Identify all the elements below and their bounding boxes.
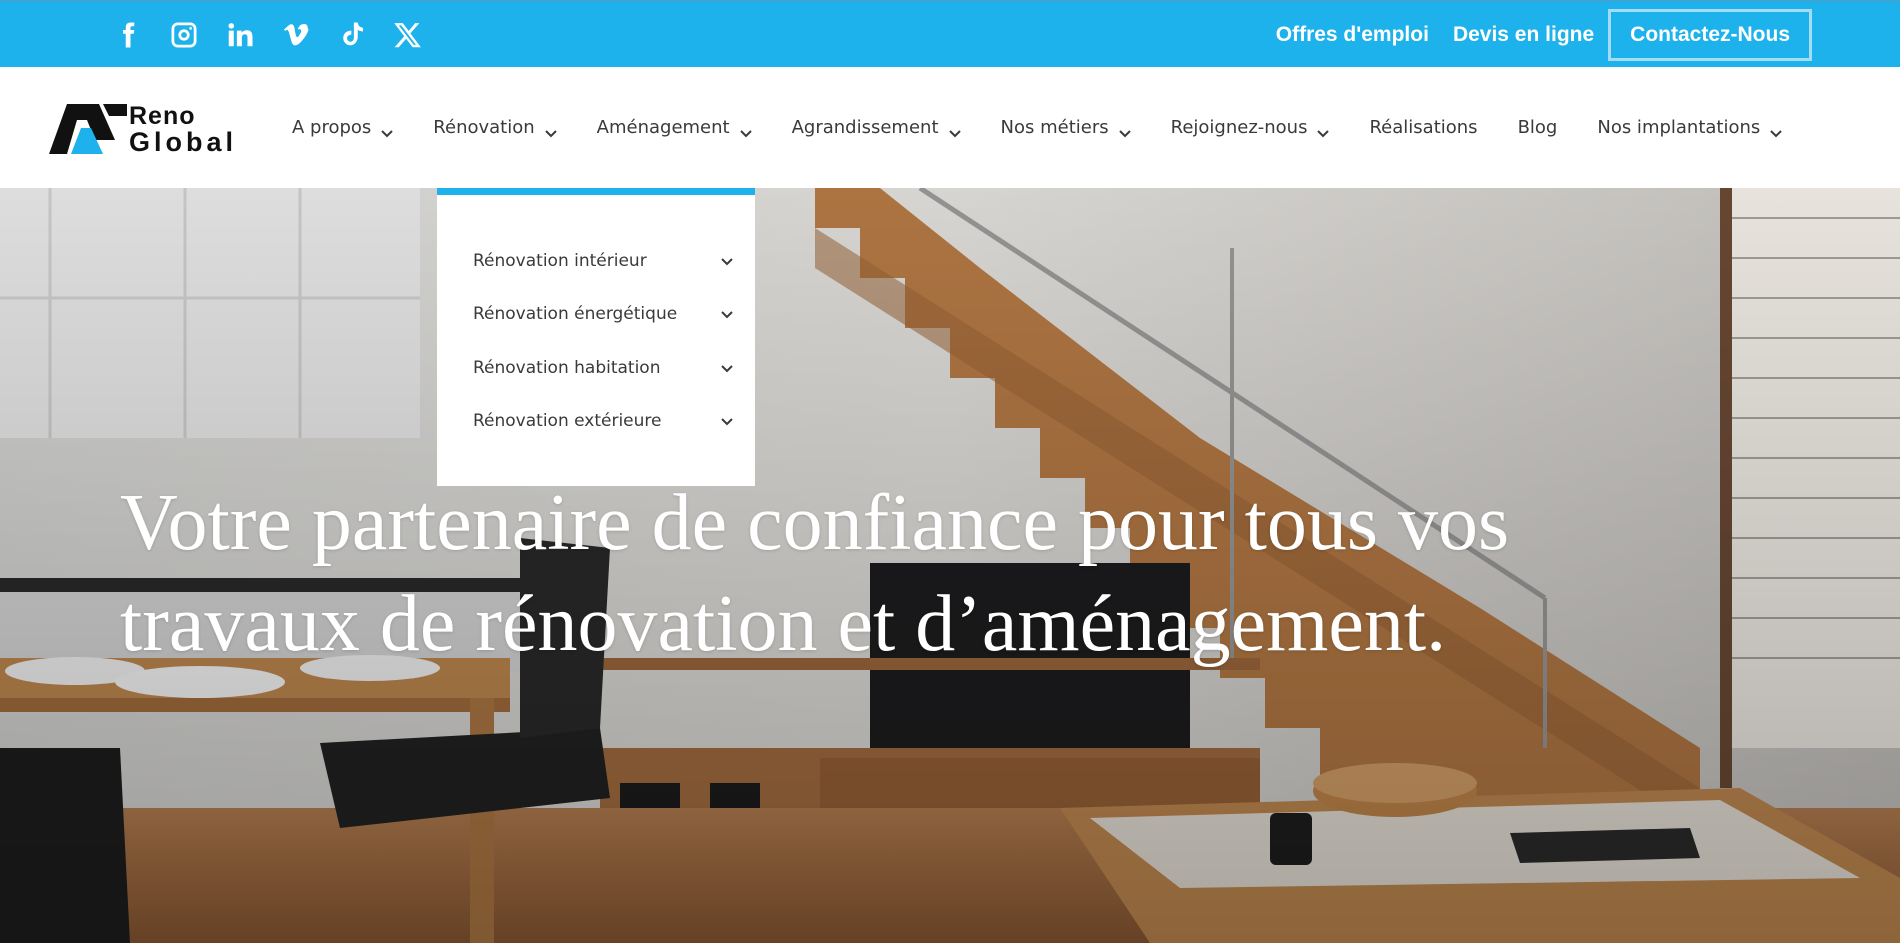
facebook-icon[interactable] <box>100 2 156 67</box>
chevron-down-icon <box>1118 122 1131 137</box>
chevron-down-icon <box>948 122 961 137</box>
nav-item-label: Nos métiers <box>1000 117 1109 138</box>
nav-item-label: Rejoignez-nous <box>1170 117 1308 138</box>
nav-item-label: Réalisations <box>1369 117 1478 138</box>
nav-item-renovation[interactable]: Rénovation <box>433 117 557 138</box>
nav-item-nos-metiers[interactable]: Nos métiers <box>1001 117 1131 138</box>
contact-button[interactable]: Contactez-Nous <box>1608 8 1812 61</box>
logo[interactable]: Reno Global <box>47 99 247 159</box>
main-header: Reno Global A propos Rénovation Aménagem… <box>0 67 1900 188</box>
x-icon[interactable] <box>380 2 436 67</box>
logo-text: Reno Global <box>129 102 238 157</box>
linkedin-icon[interactable] <box>212 2 268 67</box>
social-links <box>100 2 436 67</box>
nav-item-amenagement[interactable]: Aménagement <box>597 117 752 138</box>
hero-title: Votre partenaire de confiance pour tous … <box>120 479 1510 668</box>
dropdown-item-label: Rénovation extérieure <box>473 411 662 431</box>
nav-item-label: Aménagement <box>596 117 730 138</box>
vimeo-icon[interactable] <box>268 2 324 67</box>
nav-item-agrandissement[interactable]: Agrandissement <box>792 117 961 138</box>
nav-item-realisations[interactable]: Réalisations <box>1369 117 1477 138</box>
chevron-down-icon <box>1770 122 1783 137</box>
online-quote-link[interactable]: Devis en ligne <box>1453 23 1594 47</box>
nav-item-label: Nos implantations <box>1597 117 1761 138</box>
dropdown-item-renovation-exterieure[interactable]: Rénovation extérieure <box>473 411 733 431</box>
dropdown-item-label: Rénovation énergétique <box>473 304 678 324</box>
nav-item-blog[interactable]: Blog <box>1518 117 1558 138</box>
chevron-down-icon <box>721 411 733 431</box>
nav-item-label: Blog <box>1517 117 1558 138</box>
dropdown-item-renovation-energetique[interactable]: Rénovation énergétique <box>473 304 733 324</box>
nav-item-nos-implantations[interactable]: Nos implantations <box>1597 117 1783 138</box>
chevron-down-icon <box>721 251 733 271</box>
dropdown-item-renovation-interieur[interactable]: Rénovation intérieur <box>473 251 733 271</box>
logo-line1: Reno <box>129 102 196 130</box>
tiktok-icon[interactable] <box>324 2 380 67</box>
chevron-down-icon <box>721 304 733 324</box>
top-links: Offres d'emploi Devis en ligne Contactez… <box>1252 2 1812 67</box>
chevron-down-icon <box>381 122 394 137</box>
instagram-icon[interactable] <box>156 2 212 67</box>
top-bar: Offres d'emploi Devis en ligne Contactez… <box>0 0 1900 67</box>
jobs-link[interactable]: Offres d'emploi <box>1276 23 1429 47</box>
dropdown-item-label: Rénovation habitation <box>473 358 661 378</box>
chevron-down-icon <box>739 122 752 137</box>
chevron-down-icon <box>721 358 733 378</box>
renovation-dropdown-menu: Rénovation intérieur Rénovation énergéti… <box>437 188 755 486</box>
nav-item-label: Rénovation <box>433 117 535 138</box>
dropdown-item-renovation-habitation[interactable]: Rénovation habitation <box>473 358 733 378</box>
logo-line2: Global <box>129 127 238 157</box>
logo-mark-icon <box>49 104 127 154</box>
hero-section: Votre partenaire de confiance pour tous … <box>0 188 1900 943</box>
main-nav: A propos Rénovation Aménagement Agrandis… <box>292 67 1822 188</box>
nav-item-label: A propos <box>292 117 372 138</box>
chevron-down-icon <box>1317 122 1330 137</box>
nav-item-a-propos[interactable]: A propos <box>292 117 394 138</box>
nav-item-rejoignez-nous[interactable]: Rejoignez-nous <box>1171 117 1330 138</box>
dropdown-item-label: Rénovation intérieur <box>473 251 647 271</box>
chevron-down-icon <box>544 122 557 137</box>
nav-item-label: Agrandissement <box>791 117 939 138</box>
